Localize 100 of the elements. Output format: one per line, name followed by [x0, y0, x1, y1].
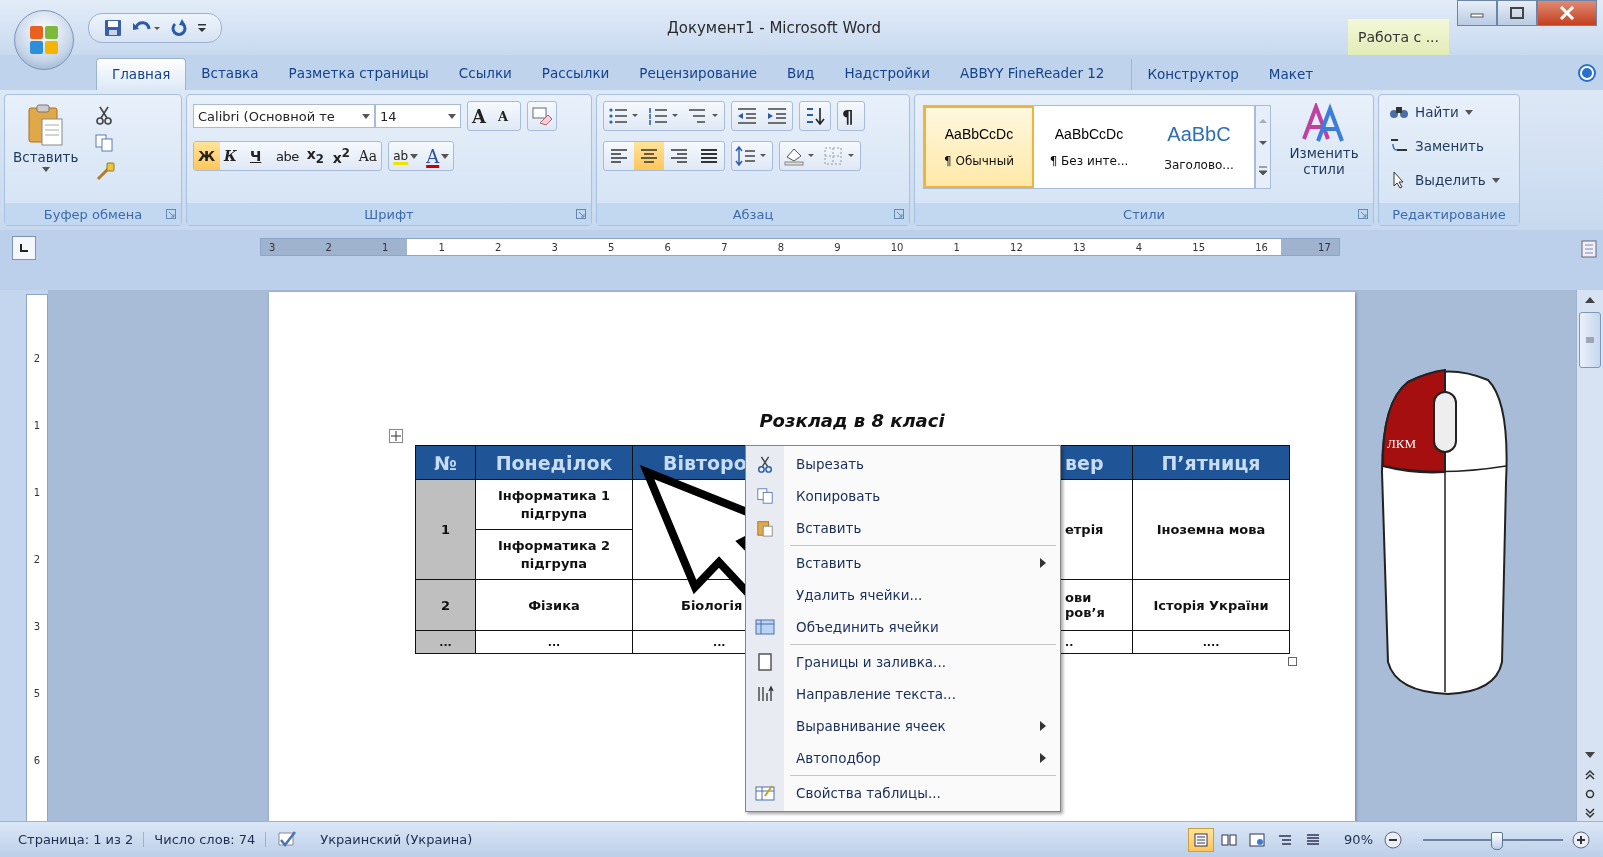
- copy-icon: [756, 487, 774, 505]
- format-button[interactable]: abe: [272, 142, 303, 170]
- menu-item[interactable]: Вырезать: [746, 448, 1060, 480]
- customize-caret-icon[interactable]: [197, 21, 207, 34]
- table-cell: Іноземна мова: [1156, 522, 1266, 537]
- scissors-icon[interactable]: [94, 105, 115, 125]
- column-header: Вівторо: [663, 451, 747, 474]
- menu-item[interactable]: Свойства таблицы...: [746, 777, 1060, 809]
- editing-button[interactable]: Найти: [1387, 97, 1511, 127]
- format-button[interactable]: Ч: [246, 142, 272, 170]
- view-icon: [1221, 832, 1238, 847]
- menu-item[interactable]: Вставить: [746, 512, 1060, 544]
- ribbon-tab[interactable]: Вид: [772, 58, 830, 89]
- help-icon[interactable]: [1577, 62, 1597, 83]
- ruler-number: 10: [890, 241, 904, 253]
- dialog-launcher-icon[interactable]: [166, 209, 176, 219]
- save-icon[interactable]: [103, 17, 123, 38]
- gallery-scrollbar[interactable]: [1255, 105, 1271, 189]
- align-icon: [700, 148, 718, 164]
- format-button[interactable]: Ж: [194, 142, 220, 170]
- paste-button[interactable]: Вставить: [11, 101, 81, 203]
- editing-button[interactable]: Выделить: [1387, 165, 1511, 195]
- font-color-button[interactable]: A: [422, 142, 454, 170]
- style-preset[interactable]: AaBbC Заголово...: [1144, 106, 1254, 188]
- highlight-button[interactable]: ab: [389, 142, 423, 170]
- ribbon-tab[interactable]: Макет: [1253, 59, 1329, 90]
- zoom-level[interactable]: 90%: [1344, 832, 1373, 847]
- ruler-number: 1: [33, 487, 41, 498]
- menu-item[interactable]: Объединить ячейки: [746, 611, 1060, 643]
- format-button[interactable]: x$^{2}$: [328, 142, 355, 170]
- scissors-icon: [756, 455, 774, 473]
- ribbon-tab[interactable]: Рецензирование: [624, 58, 773, 89]
- view-button[interactable]: [1188, 827, 1215, 852]
- view-icon: [1249, 832, 1266, 847]
- next-page-icon[interactable]: [1582, 807, 1598, 821]
- ruler-number: 16: [1255, 241, 1268, 253]
- menu-item[interactable]: Копировать: [746, 480, 1060, 512]
- ruler-number: 3: [551, 241, 558, 253]
- zoom-in-button[interactable]: [1571, 829, 1591, 850]
- menu-item[interactable]: Направление текста...: [746, 678, 1060, 710]
- zoom-out-button[interactable]: [1383, 829, 1403, 850]
- shrink-font-button[interactable]: A: [494, 102, 520, 130]
- editing-button[interactable]: Заменить: [1387, 131, 1511, 161]
- show-marks-button[interactable]: ¶: [838, 102, 864, 130]
- ribbon-tab[interactable]: Конструктор: [1132, 59, 1254, 90]
- caret-icon: [362, 113, 370, 119]
- dialog-launcher-icon[interactable]: [894, 209, 904, 219]
- page-count[interactable]: Страница: 1 из 2: [8, 832, 145, 847]
- dialog-launcher-icon[interactable]: [576, 209, 586, 219]
- close-button[interactable]: [1537, 0, 1597, 26]
- ribbon-tab[interactable]: Надстройки: [829, 58, 945, 89]
- style-preset[interactable]: AaBbCcDc ¶ Обычный: [924, 106, 1034, 188]
- ruler-number: 13: [1072, 241, 1086, 253]
- zoom-slider-thumb[interactable]: [1490, 831, 1503, 850]
- group-label: Абзац: [732, 206, 774, 222]
- ruler-number: 2: [33, 353, 41, 364]
- menu-item[interactable]: Автоподбор: [746, 742, 1060, 774]
- grow-font-button[interactable]: A: [468, 102, 494, 130]
- scroll-thumb[interactable]: [1579, 312, 1601, 368]
- language-indicator[interactable]: Украинский (Украина): [310, 832, 483, 847]
- submenu-arrow-icon: [1040, 753, 1046, 763]
- style-preset[interactable]: AaBbCcDc ¶ Без инте...: [1034, 106, 1144, 188]
- format-button[interactable]: К: [220, 142, 246, 170]
- maximize-button[interactable]: [1497, 0, 1537, 26]
- font-name-field[interactable]: Calibri (Основной те: [193, 104, 375, 128]
- word-count[interactable]: Число слов: 74: [144, 832, 267, 847]
- ribbon-tab[interactable]: Ссылки: [443, 58, 527, 89]
- submenu-arrow-icon: [1040, 558, 1046, 568]
- ruler-number: 6: [664, 241, 671, 253]
- ribbon-tab[interactable]: Рассылки: [526, 58, 625, 89]
- column-header: Понеділок: [495, 451, 613, 474]
- menu-item[interactable]: Вставить: [746, 547, 1060, 579]
- copy-icon[interactable]: [94, 133, 115, 153]
- format-painter-icon[interactable]: [94, 161, 117, 181]
- font-size-field[interactable]: 14: [375, 104, 461, 128]
- ruler-number: 5: [33, 688, 41, 699]
- menu-item[interactable]: Границы и заливка...: [746, 646, 1060, 678]
- align-button[interactable]: [634, 142, 664, 170]
- format-button[interactable]: x$_{2}$: [302, 142, 329, 170]
- table-cell: Біологія: [681, 597, 743, 613]
- table-cell: Фізика: [528, 597, 580, 613]
- format-button[interactable]: Aa: [354, 142, 382, 170]
- table-move-handle-icon[interactable]: [389, 429, 403, 443]
- ribbon-tab[interactable]: ABBYY FineReader 12: [945, 58, 1120, 89]
- redo-icon[interactable]: [169, 17, 189, 38]
- ribbon-tab[interactable]: Вставка: [186, 58, 274, 89]
- menu-item[interactable]: Удалить ячейки...: [746, 579, 1060, 611]
- table-resize-handle[interactable]: [1288, 657, 1297, 666]
- ruler-number: 1: [382, 241, 389, 253]
- ribbon-tab[interactable]: Главная: [96, 58, 187, 90]
- table-cell: ..: [1065, 635, 1074, 649]
- tab-selector-button[interactable]: [12, 236, 36, 260]
- table-cell: Інформатика 2 підгрупа: [476, 529, 632, 579]
- column-header: вер: [1065, 451, 1104, 474]
- dialog-launcher-icon[interactable]: [1358, 209, 1368, 219]
- ruler-number: 5: [608, 241, 615, 253]
- text-direction-icon: [756, 685, 774, 703]
- ribbon-tab[interactable]: Разметка страницы: [273, 58, 444, 89]
- change-styles-button[interactable]: Изменить стили: [1281, 101, 1367, 179]
- menu-item[interactable]: Выравнивание ячеек: [746, 710, 1060, 742]
